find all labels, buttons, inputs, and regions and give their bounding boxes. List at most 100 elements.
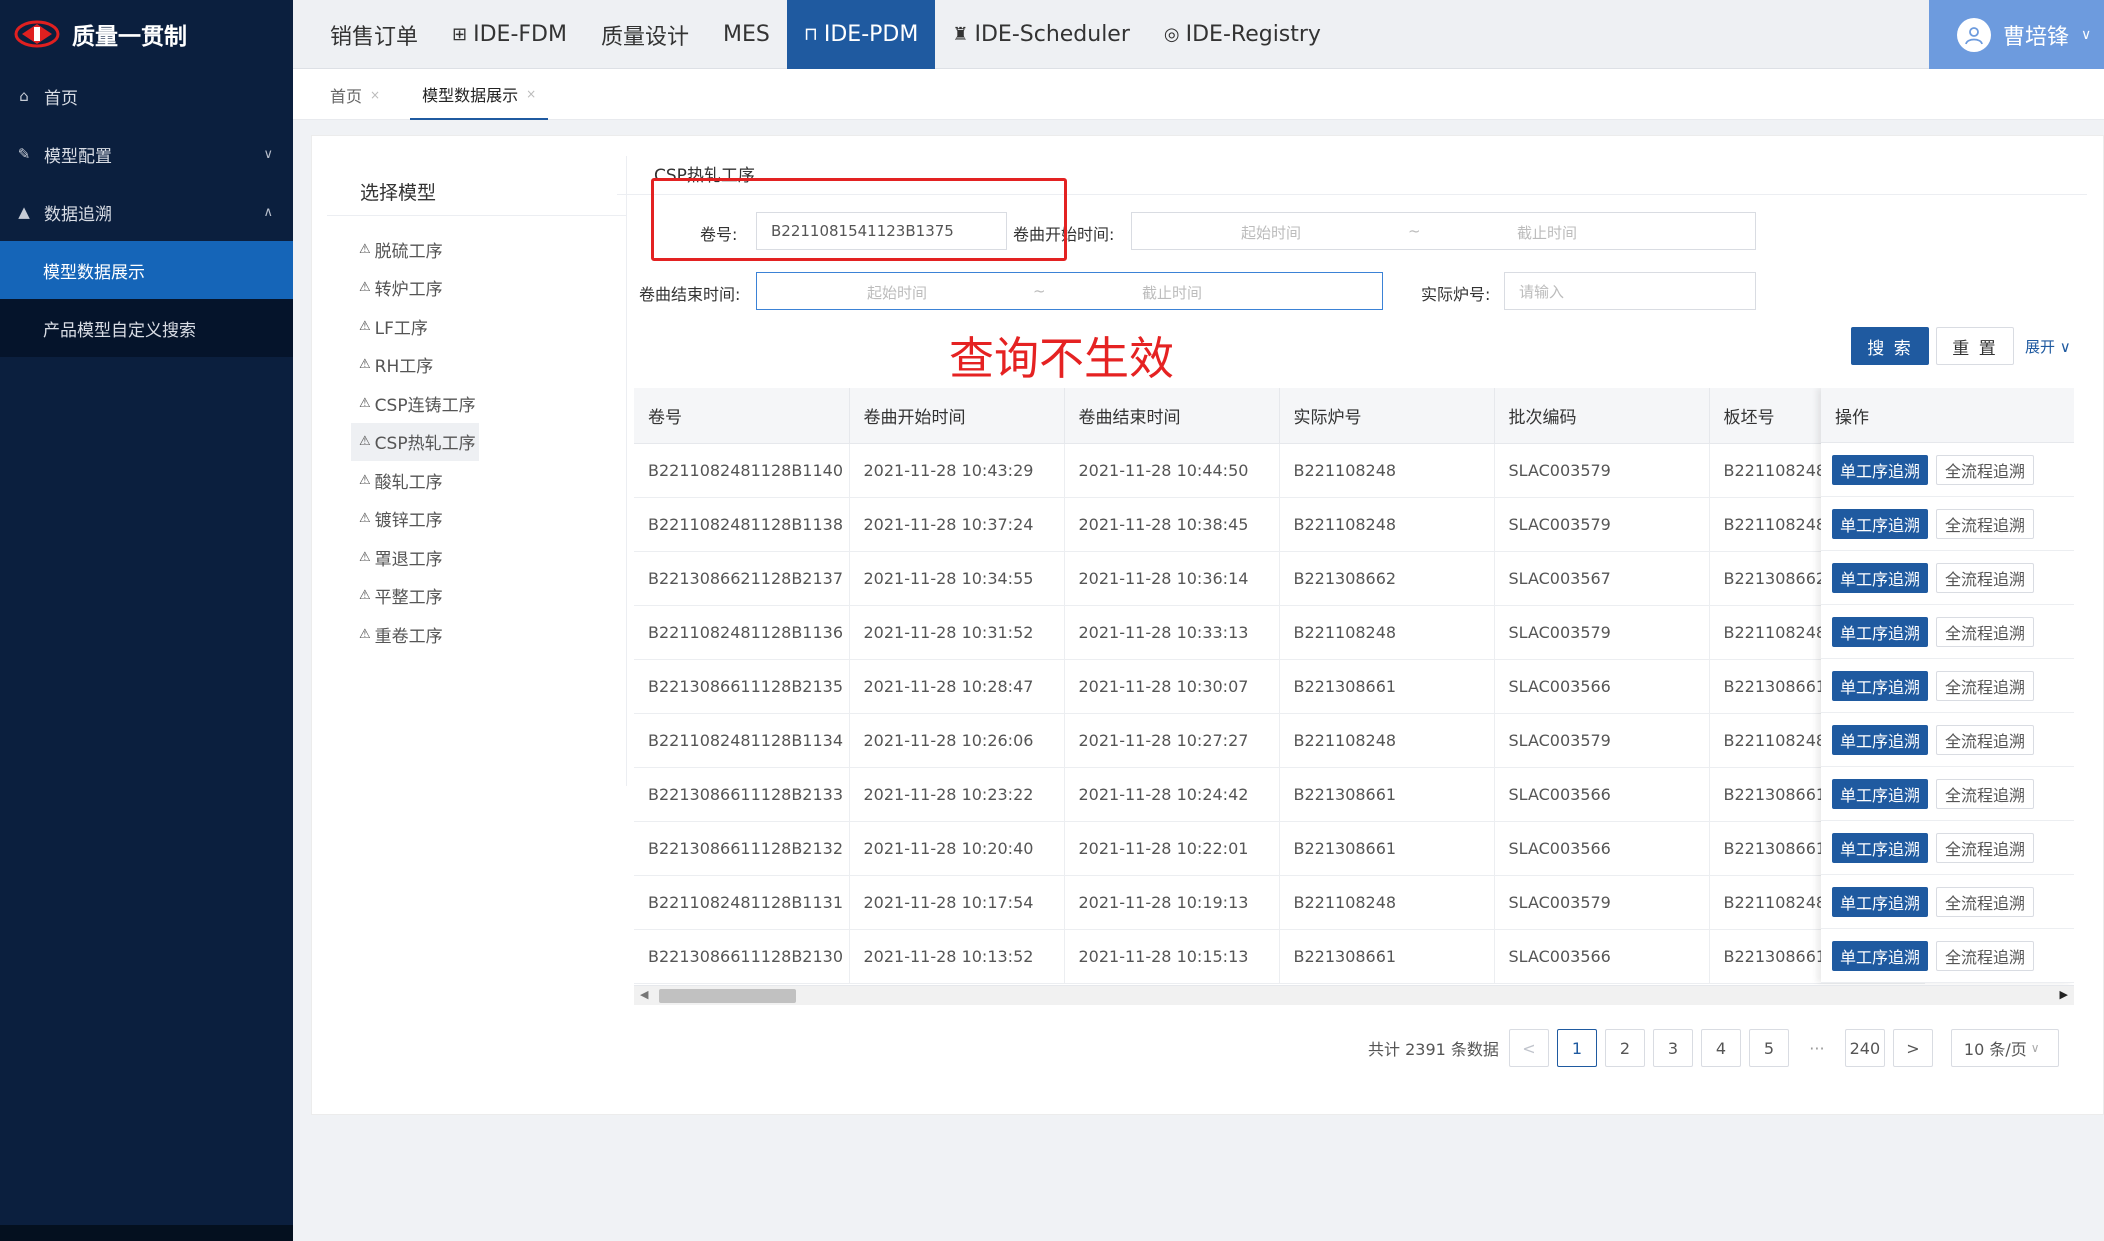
sidebar-item-custom-search[interactable]: 产品模型自定义搜索	[0, 299, 293, 357]
end-time-label: 卷曲结束时间:	[639, 285, 741, 304]
table-row: B2213086611128B2130 2021-11-28 10:13:52 20…	[634, 929, 1925, 984]
table-cell: 2021-11-28 10:34:55	[849, 551, 1065, 606]
page-button-last[interactable]: 240	[1844, 1029, 1885, 1067]
model-item[interactable]: ⚠ 转炉工序	[351, 269, 479, 308]
user-icon	[1965, 26, 1983, 44]
model-item[interactable]: ⚠ 镀锌工序	[351, 500, 479, 539]
tab-home[interactable]: 首页 ×	[318, 69, 392, 120]
model-item[interactable]: ⚠ CSP热轧工序	[351, 422, 479, 461]
full-trace-button[interactable]: 全流程追溯	[1936, 832, 2035, 863]
model-item[interactable]: ⚠ CSP连铸工序	[351, 384, 479, 423]
warning-triangle-icon: ⚠	[359, 318, 371, 334]
single-trace-button[interactable]: 单工序追溯	[1832, 454, 1929, 485]
model-item[interactable]: ⚠ 脱硫工序	[351, 230, 479, 269]
nav-ide-pdm[interactable]: ⊓ IDE-PDM	[786, 0, 936, 69]
scrollbar-thumb[interactable]	[659, 989, 796, 1003]
nav-ide-fdm[interactable]: ⊞ IDE-FDM	[435, 0, 584, 69]
tab-model-data[interactable]: 模型数据展示 ×	[410, 69, 549, 120]
full-trace-button[interactable]: 全流程追溯	[1936, 886, 2035, 917]
nav-ide-scheduler[interactable]: ♜ IDE-Scheduler	[935, 0, 1147, 69]
operation-row: 单工序追溯 全流程追溯	[1821, 929, 2074, 983]
triangle-icon: ▲	[18, 203, 30, 221]
model-item[interactable]: ⚠ LF工序	[351, 307, 479, 346]
furnace-input[interactable]: 请输入	[1504, 272, 1756, 310]
full-trace-button[interactable]: 全流程追溯	[1936, 616, 2035, 647]
start-time-from-placeholder: 起始时间	[1241, 224, 1302, 242]
pagination-ellipsis[interactable]: ···	[1797, 1039, 1837, 1058]
single-trace-button[interactable]: 单工序追溯	[1832, 508, 1929, 539]
column-header: 实际炉号	[1279, 388, 1495, 444]
table-cell: B221308661	[1279, 929, 1495, 984]
table-row: B2211082481128B1138 2021-11-28 10:37:24 20…	[634, 497, 1925, 552]
end-time-from-placeholder: 起始时间	[867, 284, 928, 302]
table-cell: SLAC003566	[1494, 659, 1710, 714]
model-item[interactable]: ⚠ 罩退工序	[351, 538, 479, 577]
single-trace-button[interactable]: 单工序追溯	[1832, 832, 1929, 863]
table-cell: SLAC003579	[1494, 443, 1710, 498]
full-trace-button[interactable]: 全流程追溯	[1936, 562, 2035, 593]
operation-column: 操作 单工序追溯 全流程追溯 单工序追溯 全流程追溯 单工序追溯 全流程追溯 单工序追溯 全流…	[1821, 388, 2074, 983]
nav-sales-order[interactable]: 销售订单	[313, 0, 435, 69]
nav-quality-design[interactable]: 质量设计	[584, 0, 706, 69]
page-button-5[interactable]: 5	[1748, 1029, 1789, 1067]
model-item-label: 脱硫工序	[374, 241, 443, 262]
full-trace-button[interactable]: 全流程追溯	[1936, 778, 2035, 809]
table-cell: B221308661	[1279, 821, 1495, 876]
sidebar-item-model-data[interactable]: 模型数据展示	[0, 241, 293, 299]
table-cell: 2021-11-28 10:31:52	[849, 605, 1065, 660]
prev-page-button[interactable]: <	[1508, 1029, 1549, 1067]
reset-button[interactable]: 重 置	[1936, 327, 2014, 365]
model-item[interactable]: ⚠ 重卷工序	[351, 615, 479, 654]
single-trace-button[interactable]: 单工序追溯	[1832, 778, 1929, 809]
next-page-button[interactable]: >	[1892, 1029, 1933, 1067]
table-cell: 2021-11-28 10:36:14	[1064, 551, 1280, 606]
single-trace-button[interactable]: 单工序追溯	[1832, 940, 1929, 971]
single-trace-button[interactable]: 单工序追溯	[1832, 886, 1929, 917]
model-item[interactable]: ⚠ 平整工序	[351, 577, 479, 616]
chevron-up-icon: ∧	[263, 204, 273, 220]
warning-triangle-icon: ⚠	[359, 395, 371, 411]
single-trace-button[interactable]: 单工序追溯	[1832, 670, 1929, 701]
nav-mes[interactable]: MES	[706, 0, 787, 69]
full-trace-button[interactable]: 全流程追溯	[1936, 508, 2035, 539]
page-button-1[interactable]: 1	[1556, 1029, 1597, 1067]
single-trace-button[interactable]: 单工序追溯	[1832, 724, 1929, 755]
expand-button[interactable]: 展开 ∨	[2025, 336, 2071, 357]
user-menu[interactable]: 曹培锋 ∨	[1929, 0, 2104, 69]
search-button[interactable]: 搜 索	[1851, 327, 1929, 365]
close-icon[interactable]: ×	[370, 88, 380, 102]
model-item[interactable]: ⚠ 酸轧工序	[351, 461, 479, 500]
horizontal-scrollbar[interactable]: ◀ ▶	[634, 985, 2074, 1005]
warning-triangle-icon: ⚠	[359, 588, 371, 604]
warning-triangle-icon: ⚠	[359, 472, 371, 488]
page-size-select[interactable]: 10 条/页 ∨	[1950, 1029, 2059, 1067]
end-time-range[interactable]	[756, 272, 1383, 310]
pagination-total: 共计 2391 条数据	[1368, 1040, 1499, 1059]
table-cell: 2021-11-28 10:38:45	[1064, 497, 1280, 552]
table-row: B2211082481128B1131 2021-11-28 10:17:54 20…	[634, 875, 1925, 930]
full-trace-button[interactable]: 全流程追溯	[1936, 454, 2035, 485]
scroll-left-icon[interactable]: ◀	[640, 988, 648, 1001]
close-icon[interactable]: ×	[526, 87, 536, 101]
page-button-4[interactable]: 4	[1700, 1029, 1741, 1067]
model-item[interactable]: ⚠ RH工序	[351, 346, 479, 385]
single-trace-button[interactable]: 单工序追溯	[1832, 616, 1929, 647]
page-button-2[interactable]: 2	[1604, 1029, 1645, 1067]
nav-ide-registry[interactable]: ◎ IDE-Registry	[1147, 0, 1338, 69]
model-item-label: 酸轧工序	[374, 472, 443, 493]
page-button-3[interactable]: 3	[1652, 1029, 1693, 1067]
column-header: 卷号	[634, 388, 850, 444]
scroll-right-icon[interactable]: ▶	[2060, 988, 2068, 1001]
full-trace-button[interactable]: 全流程追溯	[1936, 940, 2035, 971]
full-trace-button[interactable]: 全流程追溯	[1936, 724, 2035, 755]
table-cell: 2021-11-28 10:19:13	[1064, 875, 1280, 930]
sidebar-item-home[interactable]: ⌂ 首页	[0, 67, 293, 125]
sidebar-item-model-config[interactable]: ✎ 模型配置 ∨	[0, 125, 293, 183]
full-trace-button[interactable]: 全流程追溯	[1936, 670, 2035, 701]
nav-label: IDE-PDM	[823, 22, 919, 47]
logo[interactable]: 质量一贯制	[0, 0, 293, 67]
single-trace-button[interactable]: 单工序追溯	[1832, 562, 1929, 593]
model-item-label: 镀锌工序	[374, 511, 443, 532]
sidebar-item-data-trace[interactable]: ▲ 数据追溯 ∧	[0, 183, 293, 241]
start-time-range[interactable]	[1131, 212, 1756, 250]
